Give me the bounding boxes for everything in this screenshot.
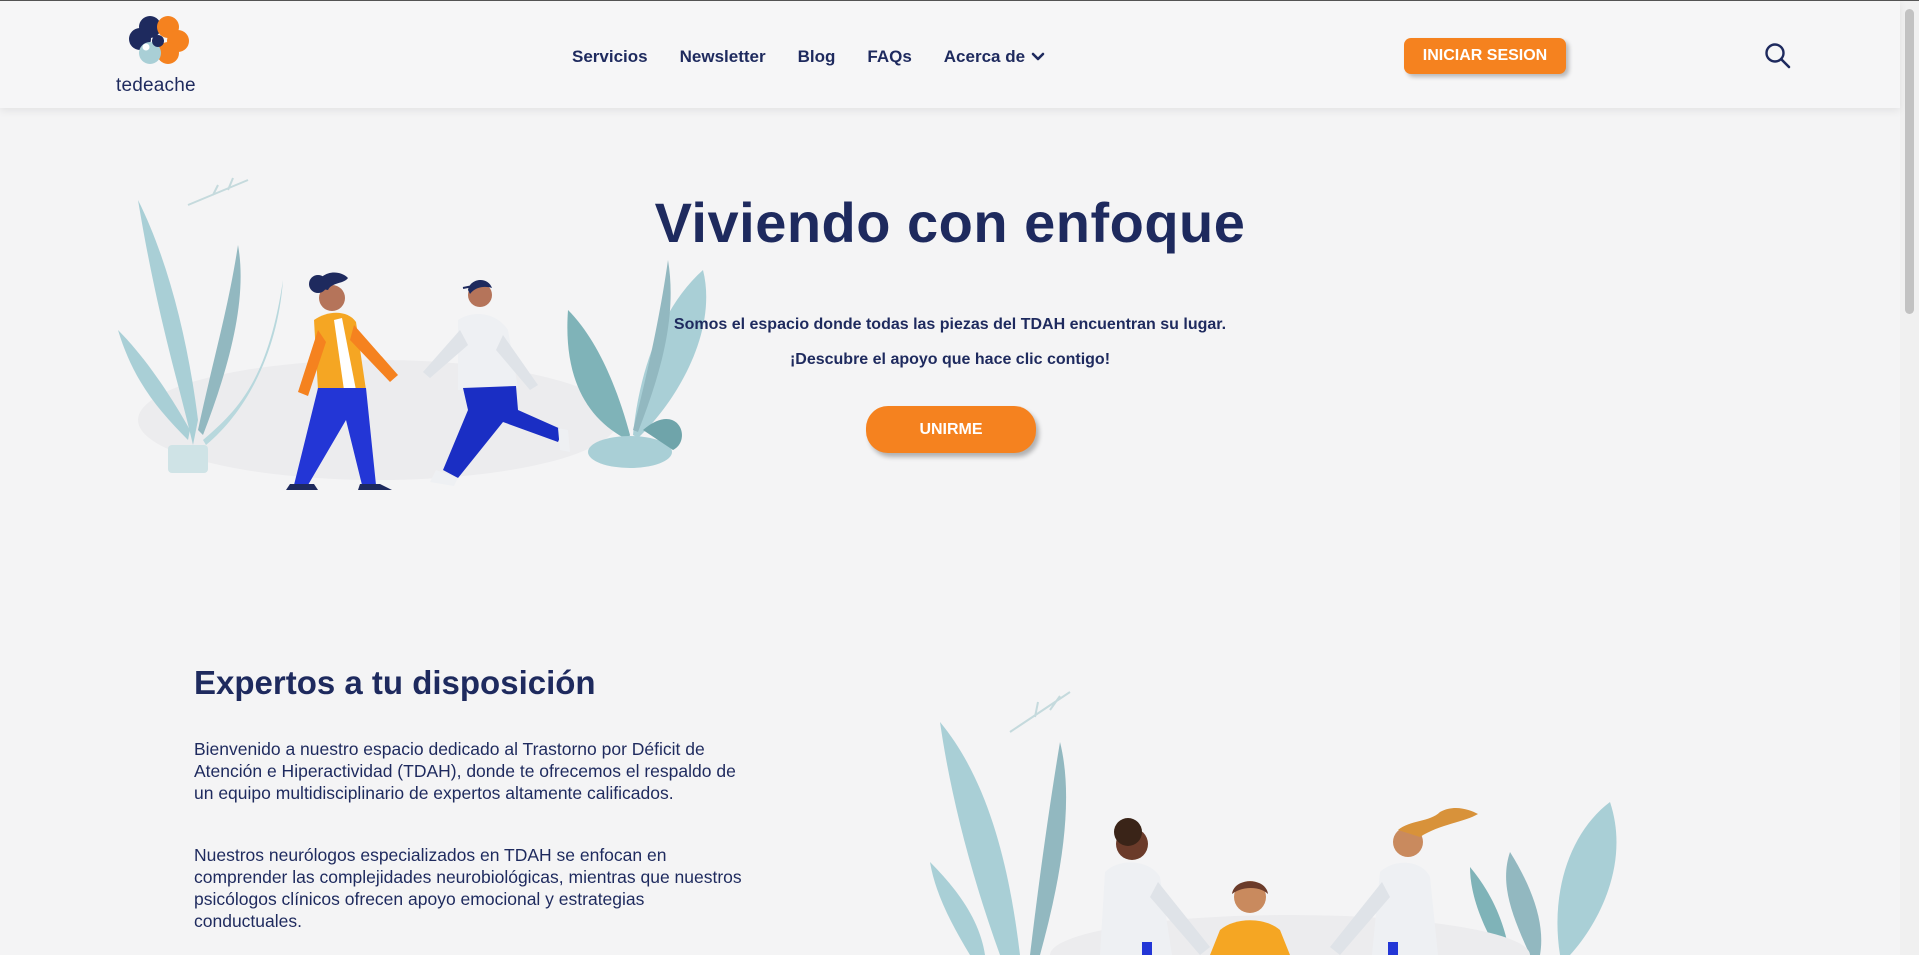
chevron-down-icon (1031, 47, 1045, 67)
login-button[interactable]: INICIAR SESION (1404, 38, 1566, 74)
brand-name: tedeache (116, 75, 196, 96)
experts-paragraph-1: Bienvenido a nuestro espacio dedicado al… (194, 739, 736, 803)
nav-faqs[interactable]: FAQs (867, 47, 911, 67)
search-icon[interactable] (1764, 42, 1792, 70)
page-scrollbar[interactable] (1900, 1, 1919, 955)
join-button[interactable]: UNIRME (866, 406, 1036, 453)
experts-paragraph-2: Nuestros neurólogos especializados en TD… (194, 845, 742, 931)
experts-illustration (930, 691, 1617, 955)
brand-logo[interactable]: tedeache (112, 13, 208, 99)
scrollbar-thumb[interactable] (1905, 9, 1914, 314)
nav-acerca-de-label: Acerca de (943, 47, 1026, 66)
experts-section-title: Expertos a tu disposición (194, 664, 596, 701)
puzzle-logo-icon (129, 16, 189, 64)
hero-subtitle-2: ¡Descubre el apoyo que hace clic contigo… (789, 351, 1111, 368)
hero-title: Viviendo con enfoque (654, 191, 1246, 254)
experts-paragraph-3 (194, 944, 754, 955)
site-header: tedeache Servicios Newsletter Blog FAQs … (0, 1, 1900, 108)
hero-subtitle-1: Somos el espacio donde todas las piezas … (673, 316, 1227, 333)
main-nav: Servicios Newsletter Blog FAQs Acerca de (572, 45, 1077, 69)
nav-acerca-de[interactable]: Acerca de (944, 47, 1045, 67)
nav-blog[interactable]: Blog (798, 47, 836, 67)
nav-newsletter[interactable]: Newsletter (680, 47, 766, 67)
nav-servicios[interactable]: Servicios (572, 47, 648, 67)
